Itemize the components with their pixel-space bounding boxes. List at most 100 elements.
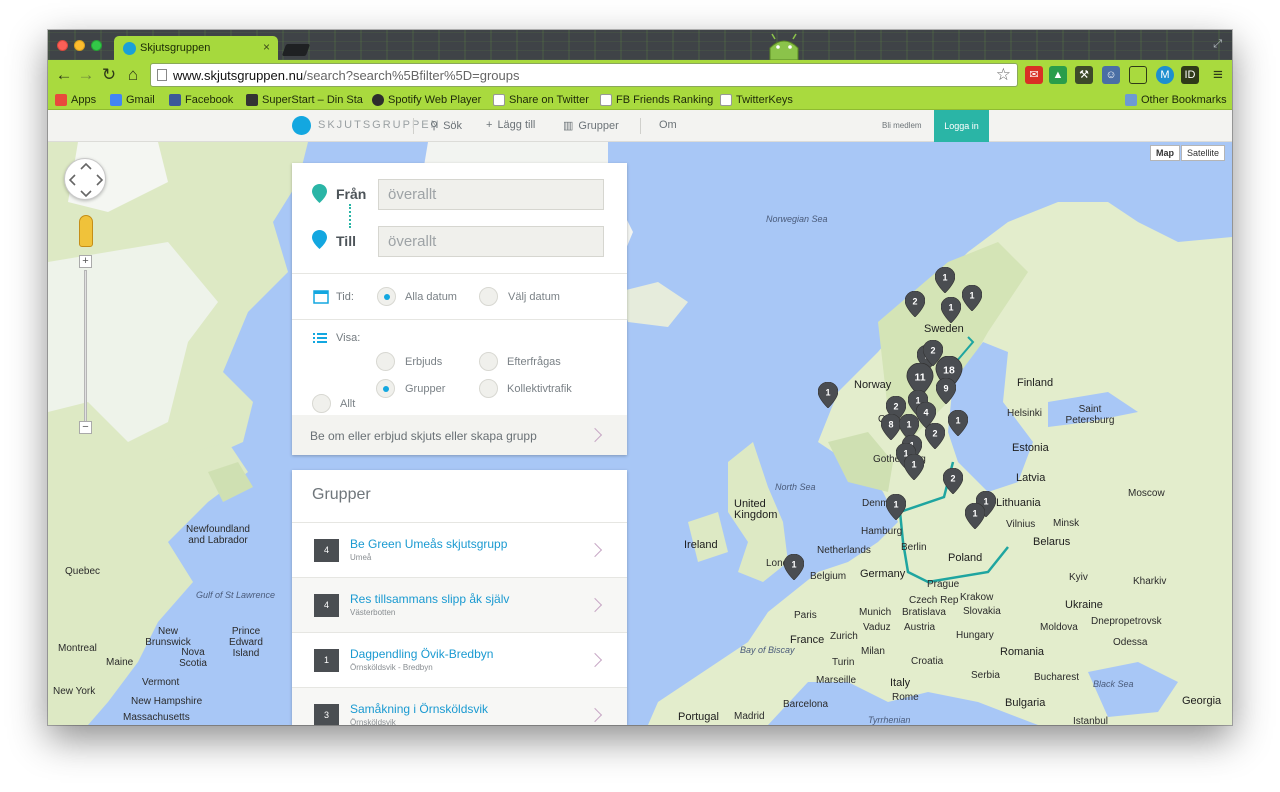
- radio-offered[interactable]: [376, 352, 395, 371]
- superstart-icon: [246, 94, 258, 106]
- minimize-window-button[interactable]: [74, 40, 85, 51]
- map-pin[interactable]: 2: [943, 468, 963, 494]
- m-extension-icon[interactable]: M: [1156, 66, 1174, 84]
- radio-all-label[interactable]: Allt: [340, 398, 355, 410]
- menu-icon[interactable]: ≡: [1208, 65, 1228, 85]
- fullscreen-icon[interactable]: ⤢: [1213, 38, 1222, 51]
- svg-text:1: 1: [791, 560, 796, 570]
- forward-button[interactable]: →: [76, 65, 96, 85]
- radio-groups[interactable]: [376, 379, 395, 398]
- radio-choose-date[interactable]: [479, 287, 498, 306]
- map-label: Sweden: [924, 323, 964, 335]
- gmail-checker-icon[interactable]: ✉: [1025, 66, 1043, 84]
- zoom-in-button[interactable]: +: [79, 255, 92, 268]
- map-pin[interactable]: 1: [965, 503, 985, 529]
- map-pin[interactable]: 2: [905, 291, 925, 317]
- logo-icon[interactable]: [292, 116, 311, 135]
- street-view-pegman-icon[interactable]: [79, 215, 93, 247]
- other-bookmarks[interactable]: Other Bookmarks: [1125, 94, 1227, 106]
- radio-public-transport[interactable]: [479, 379, 498, 398]
- map-label: Madrid: [734, 711, 765, 722]
- radio-all-dates[interactable]: [377, 287, 396, 306]
- profile-extension-icon[interactable]: ☺: [1102, 66, 1120, 84]
- to-input[interactable]: överallt: [378, 226, 604, 257]
- group-member-count: 4: [314, 539, 339, 562]
- bookmark-star-icon[interactable]: ☆: [996, 65, 1011, 85]
- new-tab-button[interactable]: [281, 44, 311, 56]
- bookmark-facebook[interactable]: Facebook: [169, 94, 233, 106]
- zoom-slider[interactable]: [84, 270, 87, 430]
- group-name[interactable]: Res tillsammans slipp åk själv: [350, 592, 509, 606]
- close-window-button[interactable]: [57, 40, 68, 51]
- map-pin[interactable]: 1: [962, 285, 982, 311]
- group-row[interactable]: 3 Samåkning i Örnsköldsvik Örnsköldsvik: [292, 687, 627, 725]
- drive-icon[interactable]: ▲: [1049, 66, 1067, 84]
- pan-control[interactable]: [64, 158, 106, 200]
- group-location: Örnsköldsvik - Bredbyn: [350, 663, 433, 672]
- zoom-window-button[interactable]: [91, 40, 102, 51]
- tab-skjutsgruppen[interactable]: Skjutsgruppen ×: [114, 36, 278, 60]
- cast-icon[interactable]: [1129, 66, 1147, 84]
- map-label: Istanbul: [1073, 716, 1109, 725]
- map-pin[interactable]: 1: [935, 267, 955, 293]
- list-icon: [313, 333, 327, 343]
- reload-button[interactable]: ↻: [99, 65, 119, 85]
- map-type-satellite-button[interactable]: Satellite: [1181, 145, 1226, 161]
- map-label: Hungary: [956, 630, 994, 641]
- map-label: Massachusetts: [123, 712, 190, 723]
- group-name[interactable]: Dagpendling Övik-Bredbyn: [350, 647, 493, 661]
- bookmark-fb-friends[interactable]: FB Friends Ranking: [600, 94, 713, 106]
- google-icon: [110, 94, 122, 106]
- bookmark-gmail[interactable]: Gmail: [110, 94, 155, 106]
- zoom-out-button[interactable]: −: [79, 421, 92, 434]
- logo-text[interactable]: SKJUTSGRUPPEN: [318, 119, 441, 131]
- back-button[interactable]: ←: [54, 65, 74, 85]
- bookmark-spotify[interactable]: Spotify Web Player: [372, 94, 481, 106]
- radio-offered-label[interactable]: Erbjuds: [405, 356, 442, 368]
- group-row[interactable]: 4 Be Green Umeås skjutsgrupp Umeå: [292, 522, 627, 577]
- bookmark-superstart[interactable]: SuperStart – Din Sta: [246, 94, 363, 106]
- map-canvas[interactable]: Norwegian Sea North Sea Bay of Biscay Bl…: [48, 142, 1232, 725]
- bookmark-apps[interactable]: Apps: [55, 94, 96, 106]
- radio-requested-label[interactable]: Efterfrågas: [507, 356, 561, 368]
- map-pin[interactable]: 1: [941, 297, 961, 323]
- group-row[interactable]: 1 Dagpendling Övik-Bredbyn Örnsköldsvik - …: [292, 632, 627, 687]
- from-input[interactable]: överallt: [378, 179, 604, 210]
- extension-icon[interactable]: ⚒: [1075, 66, 1093, 84]
- home-button[interactable]: ⌂: [123, 65, 143, 85]
- nav-groups[interactable]: ▥ Grupper: [563, 119, 619, 133]
- map-pin[interactable]: 9: [936, 378, 956, 404]
- map-pin[interactable]: 1: [818, 382, 838, 408]
- id-extension-icon[interactable]: ID: [1181, 66, 1199, 84]
- radio-choose-date-label[interactable]: Välj datum: [508, 291, 560, 303]
- map-pin[interactable]: 1: [784, 554, 804, 580]
- nav-add[interactable]: + Lägg till: [486, 119, 535, 131]
- map-label: Hamburg: [861, 526, 903, 537]
- url-text[interactable]: www.skjutsgruppen.nu/search?search%5Bfil…: [173, 68, 520, 83]
- map-type-map-button[interactable]: Map: [1150, 145, 1180, 161]
- become-member-link[interactable]: Bli medlem: [882, 121, 922, 130]
- map-pin[interactable]: 1: [904, 454, 924, 480]
- group-row[interactable]: 4 Res tillsammans slipp åk själv Västerbot…: [292, 577, 627, 632]
- map-pin[interactable]: 1: [948, 410, 968, 436]
- svg-text:2: 2: [950, 474, 955, 484]
- radio-all-dates-label[interactable]: Alla datum: [405, 291, 457, 303]
- radio-public-transport-label[interactable]: Kollektivtrafik: [507, 383, 572, 395]
- create-ride-link[interactable]: Be om eller erbjud skjuts eller skapa gr…: [292, 415, 627, 455]
- nav-search[interactable]: ⚲ Sök: [430, 119, 462, 133]
- login-button[interactable]: Logga in: [934, 110, 989, 142]
- map-pin[interactable]: 1: [886, 494, 906, 520]
- address-bar[interactable]: www.skjutsgruppen.nu/search?search%5Bfil…: [150, 63, 1018, 87]
- group-name[interactable]: Samåkning i Örnsköldsvik: [350, 702, 488, 716]
- bookmark-twitterkeys[interactable]: TwitterKeys: [720, 94, 793, 106]
- radio-groups-label[interactable]: Grupper: [405, 383, 445, 395]
- close-tab-icon[interactable]: ×: [263, 40, 270, 54]
- bookmark-share-twitter[interactable]: Share on Twitter: [493, 94, 589, 106]
- nav-about[interactable]: Om: [659, 119, 677, 131]
- radio-all[interactable]: [312, 394, 331, 413]
- radio-requested[interactable]: [479, 352, 498, 371]
- favicon-icon: [123, 42, 136, 55]
- map-pin[interactable]: 2: [925, 423, 945, 449]
- group-name[interactable]: Be Green Umeås skjutsgrupp: [350, 537, 507, 551]
- map-pin[interactable]: 8: [881, 414, 901, 440]
